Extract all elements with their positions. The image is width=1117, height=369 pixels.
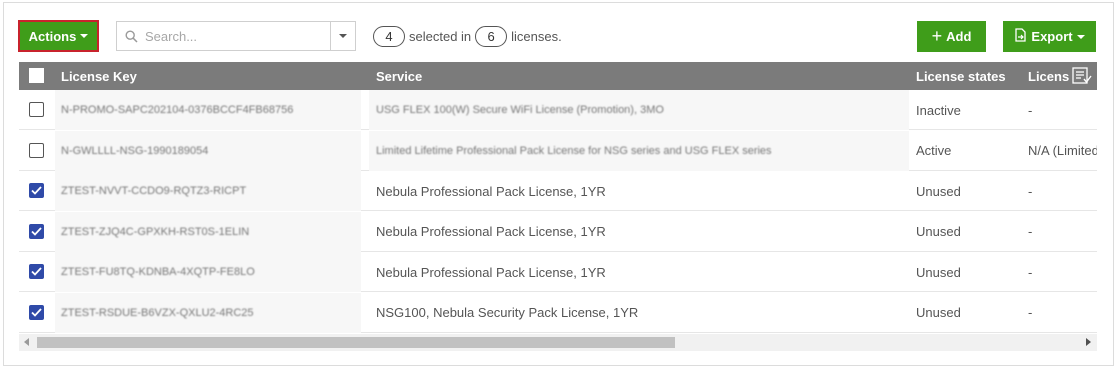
export-file-icon [1014,28,1027,45]
service-cell: NSG100, Nebula Security Pack License, 1Y… [376,305,639,320]
column-header-license-key[interactable]: License Key [61,62,137,90]
scroll-left-arrow-icon[interactable] [24,338,29,346]
table-row[interactable]: ZTEST-ZJQ4C-GPXKH-RST0S-1ELIN Nebula Pro… [19,211,1097,252]
select-all-checkbox[interactable] [29,68,44,83]
license-cell: - [1028,224,1033,239]
license-state-cell: Active [916,143,952,158]
plus-icon: + [931,26,943,46]
search-dropdown-button[interactable] [330,22,355,50]
search-icon [117,29,145,43]
table-header: License Key Service License states Licen… [19,62,1097,90]
selection-summary: 4 selected in 6 licenses. [373,26,562,47]
row-checkbox[interactable] [29,102,44,117]
table-row[interactable]: ZTEST-RSDUE-B6VZX-QXLU2-4RC25 NSG100, Ne… [19,292,1097,333]
license-cell: - [1028,183,1033,199]
license-cell: - [1028,102,1033,118]
add-label: Add [946,29,972,44]
search-input[interactable] [145,28,331,44]
service-cell: Limited Lifetime Professional Pack Licen… [376,144,772,157]
row-checkbox[interactable] [29,304,44,320]
license-table: License Key Service License states Licen… [19,62,1097,334]
license-key-cell: N-GWLLLL-NSG-1990189054 [61,144,209,157]
row-checkbox[interactable] [29,264,44,279]
service-cell: USG FLEX 100(W) Secure WiFi License (Pro… [376,104,664,116]
column-header-service[interactable]: Service [376,62,422,90]
column-filter-icon[interactable] [1070,65,1094,87]
license-cell: - [1028,305,1033,320]
export-button[interactable]: Export [1003,21,1096,52]
search-box [116,21,356,51]
scrollbar-thumb[interactable] [37,337,675,348]
total-count-badge: 6 [475,26,508,47]
add-button[interactable]: + Add [917,21,986,52]
license-state-cell: Unused [916,183,961,199]
table-row[interactable]: ZTEST-NVVT-CCDO9-RQTZ3-RICPT Nebula Prof… [19,171,1097,211]
chevron-down-icon [1076,34,1085,39]
table-row[interactable]: N-PROMO-SAPC202104-0376BCCF4FB68756 USG … [19,90,1097,130]
total-text: licenses. [511,29,562,44]
export-label: Export [1031,29,1073,44]
license-cell: - [1028,264,1033,280]
checkmark-icon [31,186,42,195]
license-key-cell: N-PROMO-SAPC202104-0376BCCF4FB68756 [61,104,294,116]
selected-count-badge: 4 [373,26,405,47]
actions-label: Actions [28,28,77,44]
service-cell: Nebula Professional Pack License, 1YR [376,183,606,199]
actions-button[interactable]: Actions [18,20,99,52]
license-state-cell: Unused [916,224,961,239]
chevron-down-icon [339,34,347,38]
license-state-cell: Unused [916,305,961,320]
row-checkbox[interactable] [29,183,44,198]
license-cell: N/A (Limited [1028,143,1097,158]
license-state-cell: Unused [916,264,961,280]
row-checkbox[interactable] [29,142,44,158]
scroll-right-arrow-icon[interactable] [1086,338,1091,346]
selected-text: selected in [409,29,472,44]
license-key-cell: ZTEST-FU8TQ-KDNBA-4XQTP-FE8LO [61,266,255,278]
checkmark-icon [31,226,42,236]
license-key-cell: ZTEST-RSDUE-B6VZX-QXLU2-4RC25 [61,306,254,319]
service-cell: Nebula Professional Pack License, 1YR [376,264,606,280]
checkmark-icon [31,267,42,276]
license-state-cell: Inactive [916,102,961,118]
table-row[interactable]: ZTEST-FU8TQ-KDNBA-4XQTP-FE8LO Nebula Pro… [19,252,1097,292]
chevron-down-icon [80,34,89,38]
checkmark-icon [31,307,42,317]
license-key-cell: ZTEST-NVVT-CCDO9-RQTZ3-RICPT [61,185,247,197]
license-key-cell: ZTEST-ZJQ4C-GPXKH-RST0S-1ELIN [61,225,250,238]
service-cell: Nebula Professional Pack License, 1YR [376,224,606,239]
column-header-license-states[interactable]: License states [916,62,1006,90]
table-row[interactable]: N-GWLLLL-NSG-1990189054 Limited Lifetime… [19,130,1097,171]
horizontal-scrollbar[interactable] [19,334,1097,351]
row-checkbox[interactable] [29,223,44,239]
